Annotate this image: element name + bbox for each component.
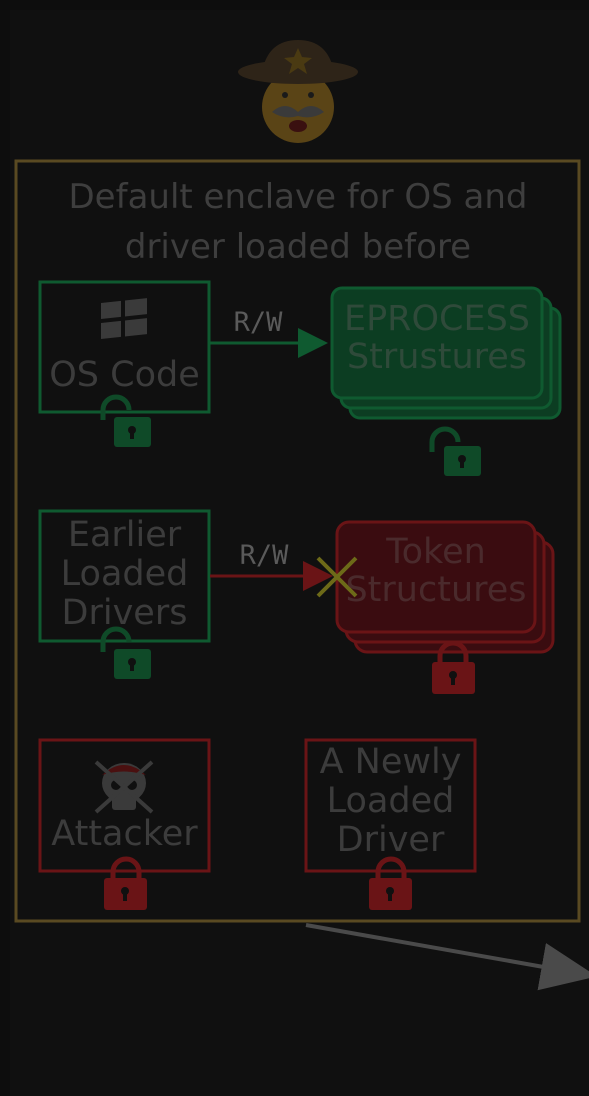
earlier-drivers-label: Earlier Loaded Drivers (60, 515, 189, 633)
lock-open-icon (100, 626, 151, 679)
pointer-arrow (305, 923, 589, 991)
rw-label-top: R/W (233, 307, 283, 338)
lock-closed-icon (369, 856, 412, 910)
lock-open-icon (100, 394, 151, 447)
newly-driver-label: A Newly Loaded Driver (319, 742, 462, 860)
windows-logo-icon (101, 298, 147, 339)
rw-label-bottom: R/W (239, 540, 289, 571)
enclave-title: Default enclave for OS and driver loaded… (68, 177, 528, 267)
lock-closed-icon (104, 856, 147, 910)
lock-open-icon (429, 426, 481, 476)
pirate-skull-icon (94, 760, 154, 814)
eprocess-label: EPROCESS Strustures (343, 299, 531, 377)
os-code-label: OS Code (49, 355, 200, 395)
attacker-label: Attacker (51, 814, 198, 854)
token-label: Token Structures (345, 532, 527, 610)
sheriff-icon (238, 40, 358, 143)
